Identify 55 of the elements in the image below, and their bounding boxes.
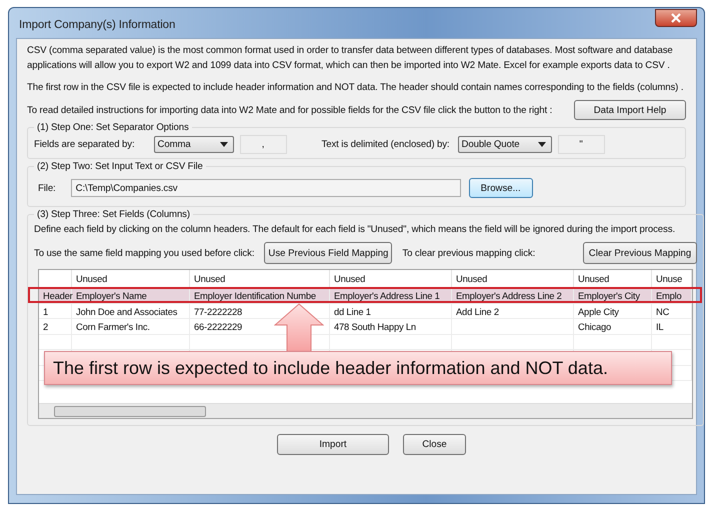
table-cell: dd Line 1 — [330, 304, 452, 319]
clear-mapping-label: To clear previous mapping click: — [402, 248, 536, 258]
step-two-title: (2) Step Two: Set Input Text or CSV File — [36, 161, 204, 172]
table-cell: 1 — [39, 304, 72, 319]
separator-char-field[interactable]: , — [240, 135, 287, 154]
callout-note: The first row is expected to include header information and NOT data. — [44, 351, 672, 385]
intro-text: CSV (comma separated value) is the most common format used in order to transfer data between different types of databases. Most software and database applications will allow you to export W2 and 1099 data into CSV format, which can then be imported into W2 Mate. Excel for example exports data to CSV . — [27, 44, 674, 73]
file-path-field[interactable]: C:\Temp\Companies.csv — [70, 179, 461, 197]
table-cell: Add Line 2 — [452, 304, 574, 319]
close-button[interactable] — [655, 9, 697, 27]
column-header[interactable]: Unused — [452, 270, 574, 288]
table-cell: 478 South Happy Ln — [330, 319, 452, 334]
column-header[interactable]: Unuse — [652, 270, 692, 288]
table-cell: NC — [652, 304, 692, 319]
intro-text: The first row in the CSV file is expected to include header information and NOT data. The header should contain names corresponding to the fields (columns) . — [27, 81, 684, 95]
close-dialog-button[interactable]: Close — [403, 434, 466, 455]
delimiter-char-field[interactable]: " — [558, 135, 605, 154]
fields-separator-dropdown[interactable]: Comma — [154, 136, 234, 153]
step-three-description: Define each field by clicking on the column headers. The default for each field is "Unused", which means the field will be ignored during the import process. — [34, 223, 676, 237]
table-cell: Corn Farmer's Inc. — [72, 319, 190, 334]
use-previous-mapping-button[interactable]: Use Previous Field Mapping — [264, 242, 392, 264]
horizontal-scrollbar[interactable] — [39, 403, 692, 418]
text-delimiter-label: Text is delimited (enclosed) by: — [322, 139, 450, 150]
dropdown-caret-icon — [538, 142, 546, 147]
help-text: To read detailed instructions for importing data into W2 Mate and for possible fields for the CSV file click the button to the right : — [27, 104, 552, 118]
column-header[interactable]: Unused — [574, 270, 652, 288]
table-cell: 2 — [39, 319, 72, 334]
table-cell: Employer's Address Line 1 — [330, 288, 452, 304]
column-header[interactable]: Unused — [330, 270, 452, 288]
data-import-help-button[interactable]: Data Import Help — [574, 100, 686, 120]
text-delimiter-dropdown[interactable]: Double Quote — [458, 136, 552, 153]
close-icon — [670, 13, 682, 23]
step-three-title: (3) Step Three: Set Fields (Columns) — [36, 209, 191, 220]
file-label: File: — [38, 182, 56, 194]
table-cell: Chicago — [574, 319, 652, 334]
column-header[interactable]: Unused — [190, 270, 330, 288]
table-cell: Apple City — [574, 304, 652, 319]
browse-button[interactable]: Browse... — [468, 178, 533, 198]
fields-separator-label: Fields are separated by: — [34, 139, 135, 150]
up-arrow-icon — [274, 303, 324, 353]
table-cell: Employer's City — [574, 288, 652, 304]
column-header[interactable]: Unused — [72, 270, 190, 288]
dropdown-caret-icon — [220, 142, 228, 147]
use-mapping-label: To use the same field mapping you used before click: — [34, 248, 254, 258]
window-title: Import Company(s) Information — [18, 19, 176, 31]
table-cell: Employer's Name — [72, 288, 190, 304]
table-cell: Employer Identification Numbe — [190, 288, 330, 304]
table-cell: Emplo — [652, 288, 692, 304]
table-cell: Employer's Address Line 2 — [452, 288, 574, 304]
step-one-title: (1) Step One: Set Separator Options — [36, 122, 190, 133]
import-button[interactable]: Import — [277, 434, 389, 455]
table-cell: Header — [39, 288, 72, 304]
clear-previous-mapping-button[interactable]: Clear Previous Mapping — [583, 242, 697, 264]
table-cell: IL — [652, 319, 692, 334]
table-cell: John Doe and Associates — [72, 304, 190, 319]
